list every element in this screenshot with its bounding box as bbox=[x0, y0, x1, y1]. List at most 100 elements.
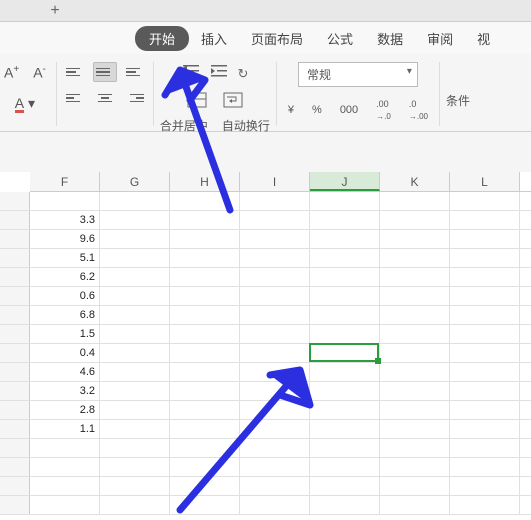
cell[interactable] bbox=[380, 439, 450, 457]
cell[interactable] bbox=[100, 192, 170, 210]
merge-center-button[interactable] bbox=[182, 89, 212, 113]
cell[interactable] bbox=[310, 477, 380, 495]
decimal-decrease-button[interactable]: .0→.00 bbox=[404, 95, 433, 125]
cell[interactable]: 1.5 bbox=[30, 325, 100, 343]
row-header[interactable] bbox=[0, 363, 30, 381]
tab-layout[interactable]: 页面布局 bbox=[239, 25, 315, 52]
cell[interactable] bbox=[240, 287, 310, 305]
cell[interactable] bbox=[450, 268, 520, 286]
row-header[interactable] bbox=[0, 496, 30, 514]
cell[interactable] bbox=[240, 230, 310, 248]
cell[interactable] bbox=[170, 496, 240, 514]
cell[interactable] bbox=[450, 363, 520, 381]
cell[interactable] bbox=[450, 496, 520, 514]
cell[interactable] bbox=[310, 230, 380, 248]
decimal-increase-button[interactable]: .00→.0 bbox=[371, 95, 396, 125]
cell[interactable] bbox=[310, 496, 380, 514]
cell[interactable] bbox=[240, 268, 310, 286]
cell[interactable] bbox=[310, 401, 380, 419]
cell[interactable] bbox=[100, 420, 170, 438]
cell[interactable] bbox=[30, 477, 100, 495]
cell[interactable] bbox=[100, 477, 170, 495]
col-header-H[interactable]: H bbox=[170, 172, 240, 191]
align-middle-button[interactable] bbox=[93, 62, 117, 82]
cell[interactable] bbox=[240, 306, 310, 324]
cell[interactable] bbox=[380, 268, 450, 286]
cell[interactable] bbox=[310, 249, 380, 267]
comma-button[interactable]: 000 bbox=[335, 101, 363, 119]
wrap-text-button[interactable] bbox=[218, 89, 248, 113]
cell[interactable] bbox=[380, 496, 450, 514]
cell[interactable] bbox=[170, 439, 240, 457]
cell[interactable] bbox=[310, 439, 380, 457]
col-header-G[interactable]: G bbox=[100, 172, 170, 191]
cell[interactable] bbox=[310, 325, 380, 343]
cell[interactable]: 9.6 bbox=[30, 230, 100, 248]
cell[interactable] bbox=[240, 363, 310, 381]
indent-decrease-button[interactable] bbox=[181, 62, 203, 85]
row-header[interactable] bbox=[0, 287, 30, 305]
cell[interactable] bbox=[450, 382, 520, 400]
currency-button[interactable]: ¥ bbox=[283, 101, 299, 119]
font-color-button[interactable]: A ▾ bbox=[11, 93, 39, 115]
cell[interactable] bbox=[380, 477, 450, 495]
cell[interactable] bbox=[170, 382, 240, 400]
cell[interactable] bbox=[450, 306, 520, 324]
cell[interactable] bbox=[240, 401, 310, 419]
spreadsheet-grid[interactable]: FGHIJKL 3.39.65.16.20.66.81.50.44.63.22.… bbox=[0, 172, 531, 515]
indent-increase-button[interactable] bbox=[209, 62, 231, 85]
cell[interactable] bbox=[100, 268, 170, 286]
cell[interactable] bbox=[380, 401, 450, 419]
cell[interactable] bbox=[380, 344, 450, 362]
cell[interactable] bbox=[450, 344, 520, 362]
col-header-L[interactable]: L bbox=[450, 172, 520, 191]
cell[interactable]: 1.1 bbox=[30, 420, 100, 438]
cell[interactable] bbox=[170, 287, 240, 305]
row-header[interactable] bbox=[0, 420, 30, 438]
tab-data[interactable]: 数据 bbox=[365, 25, 415, 52]
cell[interactable] bbox=[100, 249, 170, 267]
cell[interactable] bbox=[380, 420, 450, 438]
col-header-K[interactable]: K bbox=[380, 172, 450, 191]
cell[interactable] bbox=[240, 192, 310, 210]
cell[interactable] bbox=[100, 496, 170, 514]
cell[interactable] bbox=[310, 211, 380, 229]
cell[interactable] bbox=[450, 401, 520, 419]
cell[interactable] bbox=[450, 439, 520, 457]
cell[interactable] bbox=[380, 363, 450, 381]
cell[interactable] bbox=[240, 249, 310, 267]
cell[interactable]: 3.3 bbox=[30, 211, 100, 229]
cell[interactable] bbox=[100, 211, 170, 229]
font-grow-button[interactable]: A+ bbox=[0, 62, 23, 83]
cell[interactable] bbox=[310, 420, 380, 438]
cell[interactable]: 4.6 bbox=[30, 363, 100, 381]
cell[interactable] bbox=[240, 496, 310, 514]
cell[interactable] bbox=[170, 306, 240, 324]
align-center-button[interactable] bbox=[93, 88, 117, 108]
align-top-button[interactable] bbox=[63, 62, 87, 82]
cell[interactable]: 6.8 bbox=[30, 306, 100, 324]
row-header[interactable] bbox=[0, 477, 30, 495]
cell[interactable] bbox=[240, 211, 310, 229]
col-header-J[interactable]: J bbox=[310, 172, 380, 191]
tab-insert[interactable]: 插入 bbox=[189, 25, 239, 52]
cell[interactable] bbox=[30, 439, 100, 457]
tab-formula[interactable]: 公式 bbox=[315, 25, 365, 52]
cell[interactable] bbox=[380, 325, 450, 343]
cell[interactable] bbox=[450, 325, 520, 343]
cell[interactable] bbox=[170, 477, 240, 495]
cell[interactable] bbox=[240, 344, 310, 362]
cell[interactable] bbox=[240, 382, 310, 400]
row-header[interactable] bbox=[0, 382, 30, 400]
cell[interactable] bbox=[310, 268, 380, 286]
cell[interactable] bbox=[100, 344, 170, 362]
align-bottom-button[interactable] bbox=[123, 62, 147, 82]
cell[interactable] bbox=[170, 420, 240, 438]
cell[interactable] bbox=[380, 287, 450, 305]
cell[interactable] bbox=[30, 192, 100, 210]
row-header[interactable] bbox=[0, 325, 30, 343]
cell[interactable] bbox=[30, 458, 100, 476]
cell[interactable] bbox=[100, 230, 170, 248]
cell[interactable] bbox=[240, 477, 310, 495]
cell[interactable] bbox=[310, 192, 380, 210]
